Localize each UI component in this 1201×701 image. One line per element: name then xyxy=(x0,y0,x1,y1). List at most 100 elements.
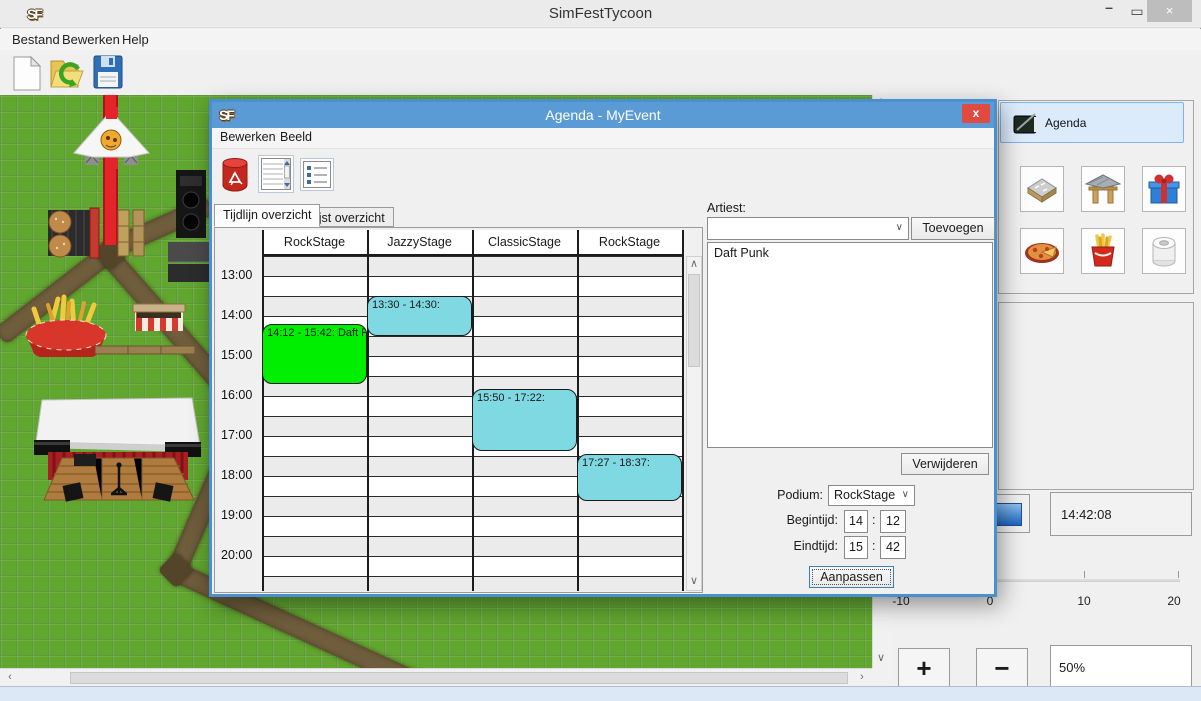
slider-label: 10 xyxy=(1077,594,1090,608)
time-separator: : xyxy=(872,513,875,527)
toevoegen-button[interactable]: Toevoegen xyxy=(911,217,995,240)
dialog-menu-beeld[interactable]: Beeld xyxy=(280,130,312,144)
stage-structure-icon xyxy=(1084,171,1122,207)
new-document-icon[interactable] xyxy=(12,55,42,92)
agenda-button-label: Agenda xyxy=(1045,116,1086,130)
aanpassen-button[interactable]: Aanpassen xyxy=(809,566,894,588)
timeline-view-button[interactable] xyxy=(258,155,294,193)
time-label: 16:00 xyxy=(221,388,252,402)
time-label: 13:00 xyxy=(221,268,252,282)
list-view-icon xyxy=(303,161,331,188)
scroll-down-icon[interactable]: ∨ xyxy=(873,651,889,667)
scroll-down-icon[interactable]: ∨ xyxy=(686,574,702,590)
item-road-button[interactable] xyxy=(1020,166,1064,212)
menu-bewerken[interactable]: Bewerken xyxy=(58,31,124,48)
schedule-event[interactable]: 14:12 - 15:42: Daft Punk xyxy=(262,324,367,384)
item-fries-button[interactable] xyxy=(1081,228,1125,274)
item-toilet-paper-button[interactable] xyxy=(1142,228,1186,274)
end-hour-field[interactable]: 15 xyxy=(844,536,868,559)
main-toolbar xyxy=(0,50,1201,95)
scroll-left-icon[interactable]: ‹ xyxy=(2,670,18,686)
slider-tick xyxy=(1084,571,1085,578)
item-stage-structure-button[interactable] xyxy=(1081,166,1125,212)
eindtijd-label: Eindtijd: xyxy=(767,539,838,553)
schedule-event[interactable]: 15:50 - 17:22: xyxy=(472,389,577,450)
begintijd-label: Begintijd: xyxy=(767,513,838,527)
dialog-close-button[interactable]: x xyxy=(962,104,990,123)
striped-booth[interactable] xyxy=(131,301,187,335)
map-horizontal-scrollbar[interactable]: ‹ › xyxy=(0,668,872,686)
time-label: 14:00 xyxy=(221,308,252,322)
item-pizza-button[interactable] xyxy=(1020,228,1064,274)
schedule-event[interactable]: 13:30 - 14:30: xyxy=(367,296,472,336)
main-stage[interactable] xyxy=(34,396,202,511)
main-menubar: Bestand Bewerken Help xyxy=(0,29,1201,50)
item-gift-button[interactable] xyxy=(1142,166,1186,212)
info-groupbox xyxy=(998,302,1194,490)
schedule-panel: RockStage JazzyStage ClassicStage RockSt… xyxy=(214,227,703,593)
dialog-title: Agenda - MyEvent xyxy=(212,107,994,123)
menu-bestand[interactable]: Bestand xyxy=(8,31,64,48)
toilet-paper-icon xyxy=(1148,234,1180,268)
agenda-button[interactable]: Agenda xyxy=(1000,102,1184,143)
artist-listbox[interactable]: Daft Punk xyxy=(707,242,993,448)
schedule-header: RockStage JazzyStage ClassicStage RockSt… xyxy=(262,230,684,256)
scroll-thumb[interactable] xyxy=(70,672,848,684)
scrollbar-corner xyxy=(872,668,890,686)
tent[interactable] xyxy=(68,107,156,169)
chevron-down-icon: ∨ xyxy=(896,222,903,233)
verwijderen-button[interactable]: Verwijderen xyxy=(901,453,989,475)
statusbar xyxy=(0,686,1201,701)
artist-dropdown[interactable]: ∨ xyxy=(707,217,909,240)
end-minute-field[interactable]: 42 xyxy=(880,536,906,559)
minimize-button[interactable]: – xyxy=(1096,0,1122,22)
simfesttycoon-window: { "window": { "title": "SimFestTycoon", … xyxy=(0,0,1201,701)
menu-help[interactable]: Help xyxy=(118,31,153,48)
play-button-icon xyxy=(996,503,1022,526)
scroll-up-icon[interactable]: ∧ xyxy=(686,257,702,273)
list-view-button[interactable] xyxy=(300,158,334,191)
picnic-bench[interactable] xyxy=(95,343,195,357)
podium-dropdown[interactable]: RockStage ∨ xyxy=(828,485,915,506)
scroll-right-icon[interactable]: › xyxy=(854,670,870,686)
main-titlebar: SF SimFestTycoon – ▭ × xyxy=(0,0,1201,28)
time-separator: : xyxy=(872,539,875,553)
agenda-dialog: SF Agenda - MyEvent x Bewerken Beeld xyxy=(209,99,997,597)
time-label: 17:00 xyxy=(221,428,252,442)
chevron-down-icon: ∨ xyxy=(902,489,909,500)
begin-hour-field[interactable]: 14 xyxy=(844,510,868,533)
stage-column-header: ClassicStage xyxy=(472,230,577,254)
scroll-thumb[interactable] xyxy=(688,274,700,367)
stage-column-header: RockStage xyxy=(262,230,367,254)
slider-tick xyxy=(1178,571,1179,578)
open-folder-icon[interactable] xyxy=(48,55,85,92)
zoom-level-field[interactable]: 50% xyxy=(1050,645,1192,690)
zoom-in-button[interactable]: + xyxy=(898,648,950,690)
time-label: 15:00 xyxy=(221,348,252,362)
trash-icon[interactable] xyxy=(220,157,250,193)
dialog-titlebar[interactable]: SF Agenda - MyEvent x xyxy=(212,102,994,128)
time-label: 19:00 xyxy=(221,508,252,522)
stage-column-header: JazzyStage xyxy=(367,230,472,254)
bench[interactable] xyxy=(116,208,146,258)
slider-label: 20 xyxy=(1167,594,1180,608)
schedule-grid[interactable]: 14:12 - 15:42: Daft Punk13:30 - 14:30: 1… xyxy=(262,256,684,591)
begin-minute-field[interactable]: 12 xyxy=(880,510,906,533)
speaker-stack[interactable] xyxy=(168,170,212,285)
notebook-icon xyxy=(1013,112,1039,136)
close-button[interactable]: × xyxy=(1147,0,1192,22)
dialog-menubar: Bewerken Beeld xyxy=(212,128,994,149)
schedule-scrollbar[interactable]: ∧ ∨ xyxy=(686,256,702,591)
tab-tijdlijn-overzicht[interactable]: Tijdlijn overzicht xyxy=(214,204,320,227)
burger-stand[interactable] xyxy=(42,204,104,262)
save-icon[interactable] xyxy=(93,55,123,89)
schedule-event[interactable]: 17:27 - 18:37: xyxy=(577,454,682,501)
stage-column-header: RockStage xyxy=(577,230,682,254)
podium-label: Podium: xyxy=(752,488,823,502)
road-tile-icon xyxy=(1023,173,1061,205)
artist-list-item[interactable]: Daft Punk xyxy=(708,243,992,263)
dialog-menu-bewerken[interactable]: Bewerken xyxy=(220,130,276,144)
time-label: 20:00 xyxy=(221,548,252,562)
fries-icon xyxy=(1087,233,1119,269)
zoom-out-button[interactable]: − xyxy=(976,648,1028,690)
